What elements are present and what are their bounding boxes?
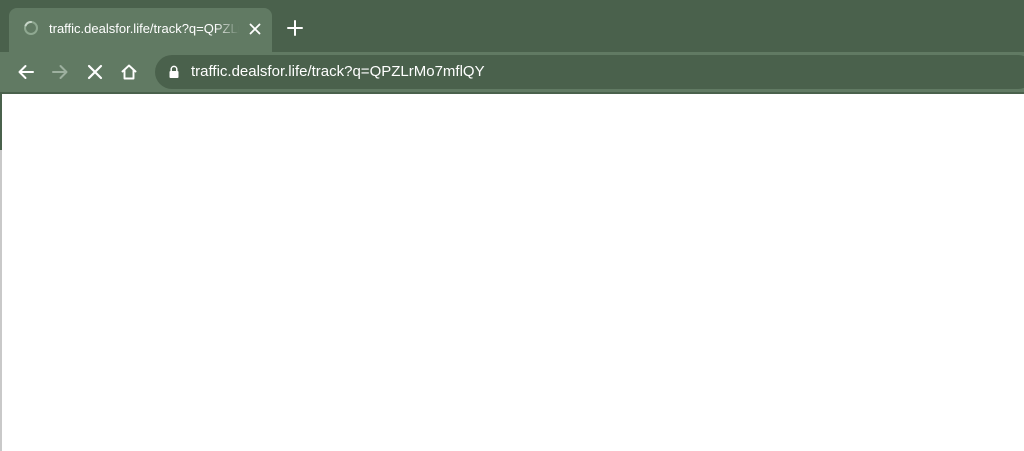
home-button[interactable]: [115, 58, 143, 86]
plus-icon: [287, 20, 303, 36]
forward-button[interactable]: [46, 58, 74, 86]
close-icon: [87, 64, 103, 80]
stop-loading-button[interactable]: [81, 58, 109, 86]
address-bar[interactable]: traffic.dealsfor.life/track?q=QPZLrMo7mf…: [155, 55, 1024, 89]
tab-strip: traffic.dealsfor.life/track?q=QPZLrMo7mf…: [0, 0, 1024, 52]
window-border: [0, 94, 2, 451]
tab-active[interactable]: traffic.dealsfor.life/track?q=QPZLrMo7mf…: [9, 8, 272, 52]
close-icon: [249, 23, 261, 35]
loading-spinner-icon: [24, 21, 38, 35]
tab-title: traffic.dealsfor.life/track?q=QPZLrMo7mf…: [49, 21, 239, 36]
new-tab-button[interactable]: [283, 16, 307, 40]
toolbar: traffic.dealsfor.life/track?q=QPZLrMo7mf…: [0, 52, 1024, 92]
tab-title-fade: [214, 16, 244, 42]
tab-close-button[interactable]: [245, 19, 265, 39]
lock-icon[interactable]: [168, 65, 180, 79]
browser-window: traffic.dealsfor.life/track?q=QPZLrMo7mf…: [0, 0, 1024, 451]
back-button[interactable]: [12, 58, 40, 86]
home-icon: [121, 64, 137, 80]
arrow-left-icon: [18, 65, 34, 79]
arrow-right-icon: [52, 65, 68, 79]
url-text[interactable]: traffic.dealsfor.life/track?q=QPZLrMo7mf…: [191, 62, 485, 82]
page-content: [0, 94, 1024, 451]
